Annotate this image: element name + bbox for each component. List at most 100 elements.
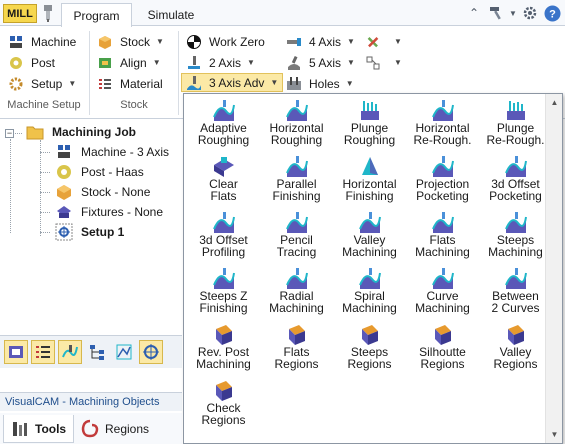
gallery-item-parallel-finishing[interactable]: Parallel Finishing (260, 153, 333, 209)
stock-button[interactable]: Stock ▼ (97, 32, 164, 51)
tools-button[interactable]: ▼ (365, 32, 402, 51)
gallery-item-label: Horizontal Roughing (269, 121, 324, 147)
gallery-item-projection-pocketing[interactable]: Projection Pocketing (406, 153, 479, 209)
gallery-item-label: Plunge Roughing (343, 121, 396, 147)
tree-item-stock[interactable]: Stock - None (55, 182, 150, 202)
gallery-item-steeps-machining[interactable]: Steeps Machining (479, 209, 552, 265)
chevron-down-icon[interactable]: ▼ (509, 3, 517, 23)
toolbar-button-post[interactable] (139, 340, 163, 364)
tree-root-machining-job[interactable]: Machining Job (26, 122, 136, 142)
gallery-item-rev-post-machining[interactable]: Rev. Post Machining (187, 321, 260, 377)
five-axis-button[interactable]: 5 Axis ▼ (286, 53, 355, 72)
panel-tabs: Tools Regions (0, 413, 182, 444)
collapse-toggle[interactable]: − (5, 129, 14, 138)
gallery-item-flats-machining[interactable]: Flats Machining (406, 209, 479, 265)
three-axis-adv-button[interactable]: 3 Axis Adv ▼ (181, 73, 284, 92)
work-zero-button[interactable]: Work Zero (186, 32, 265, 51)
tab-program[interactable]: Program (61, 3, 132, 27)
holes-button[interactable]: Holes ▼ (286, 74, 354, 93)
machine-button[interactable]: Machine (8, 32, 76, 51)
gallery-item-horizontal-re-rough[interactable]: Horizontal Re-Rough. (406, 97, 479, 153)
tree-item-label: Fixtures - None (81, 205, 164, 219)
four-axis-label: 4 Axis (309, 34, 342, 49)
gallery-item-label: Plunge Re-Rough. (486, 121, 545, 147)
machine-label: Machine (31, 34, 77, 49)
mill-badge[interactable]: MILL (3, 4, 37, 23)
machine-icon (58, 145, 70, 158)
material-button[interactable]: Material (97, 74, 163, 93)
four-axis-icon (287, 37, 301, 46)
machine-icon (10, 35, 22, 48)
tab-regions[interactable]: Regions (78, 415, 158, 443)
stock-label: Stock (120, 34, 151, 49)
gallery-item-curve-machining[interactable]: Curve Machining (406, 265, 479, 321)
horizontal-finishing-icon (361, 157, 378, 175)
gallery-item-label: Steeps Z Finishing (199, 289, 248, 315)
tool-holder-icon[interactable] (40, 4, 56, 22)
fixtures-icon (57, 206, 71, 218)
tree-item-post[interactable]: Post - Haas (55, 162, 144, 182)
parallel-finishing-icon (285, 156, 308, 177)
gallery-item-flats-regions[interactable]: Flats Regions (260, 321, 333, 377)
machining-job-tree: − Machining Job Machine - 3 Axis Post - … (0, 120, 182, 332)
hammer-icon[interactable] (487, 3, 505, 23)
panel-title: VisualCAM - Machining Objects (0, 392, 182, 411)
four-axis-button[interactable]: 4 Axis ▼ (286, 32, 355, 51)
group-label-stock: Stock (120, 99, 148, 111)
3d-offset-pocketing-icon (504, 156, 527, 177)
valley-regions-icon (507, 325, 524, 345)
help-icon[interactable]: ? (543, 3, 561, 23)
gallery-item-label: Horizontal Finishing (342, 177, 397, 203)
gallery-scrollbar[interactable]: ▲ ▼ (545, 94, 562, 443)
gallery-item-horizontal-roughing[interactable]: Horizontal Roughing (260, 97, 333, 153)
gallery-item-valley-machining[interactable]: Valley Machining (333, 209, 406, 265)
gear-icon[interactable] (521, 3, 539, 23)
align-button[interactable]: Align ▼ (97, 53, 161, 72)
tree-toolbar (0, 335, 182, 368)
scroll-down-icon[interactable]: ▼ (546, 426, 562, 443)
projection-pocketing-icon (431, 156, 454, 177)
setup-button[interactable]: Setup ▼ (8, 74, 76, 93)
toolbar-button-list[interactable] (31, 340, 55, 364)
gallery-item-check-regions[interactable]: Check Regions (187, 377, 260, 433)
gallery-item-plunge-roughing[interactable]: Plunge Roughing (333, 97, 406, 153)
gallery-item-between-2-curves[interactable]: Between 2 Curves (479, 265, 552, 321)
gallery-item-label: Check Regions (201, 401, 246, 427)
gallery-item-pencil-tracing[interactable]: Pencil Tracing (260, 209, 333, 265)
tree-item-fixtures[interactable]: Fixtures - None (55, 202, 163, 222)
tab-tools[interactable]: Tools (3, 415, 74, 443)
work-zero-label: Work Zero (209, 34, 265, 49)
post-button[interactable]: Post (8, 53, 55, 72)
gallery-item-horizontal-finishing[interactable]: Horizontal Finishing (333, 153, 406, 209)
gallery-item-radial-machining[interactable]: Radial Machining (260, 265, 333, 321)
steeps-machining-icon (504, 212, 527, 233)
scroll-up-icon[interactable]: ▲ (546, 94, 562, 111)
gallery-item-valley-regions[interactable]: Valley Regions (479, 321, 552, 377)
tree-item-label: Post - Haas (81, 165, 144, 179)
toolbar-button-machine-setup[interactable] (4, 340, 28, 364)
gallery-item-adaptive-roughing[interactable]: Adaptive Roughing (187, 97, 260, 153)
gallery-item-steeps-regions[interactable]: Steeps Regions (333, 321, 406, 377)
gallery-item-label: Projection Pocketing (415, 177, 470, 203)
tab-regions-label: Regions (105, 422, 150, 436)
gallery-item-3d-offset-profiling[interactable]: 3d Offset Profiling (187, 209, 260, 265)
wrench-icon (367, 36, 379, 47)
gallery-item-clear-flats[interactable]: Clear Flats (187, 153, 260, 209)
gallery-item-silhoutte-regions[interactable]: Silhoutte Regions (406, 321, 479, 377)
chevron-down-icon: ▼ (156, 37, 164, 46)
gallery-item-steeps-z-finishing[interactable]: Steeps Z Finishing (187, 265, 260, 321)
holes-icon (287, 76, 301, 90)
gallery-item-3d-offset-pocketing[interactable]: 3d Offset Pocketing (479, 153, 552, 209)
toolbar-button-toolpath[interactable] (58, 340, 82, 364)
features-button[interactable]: ▼ (365, 53, 402, 72)
toolbar-button-simulate[interactable] (112, 340, 136, 364)
tab-simulate[interactable]: Simulate (135, 3, 207, 27)
two-axis-button[interactable]: 2 Axis ▼ (186, 53, 255, 72)
chevron-up-icon[interactable]: ⌃ (465, 3, 483, 23)
toolbar-button-tree[interactable] (85, 340, 109, 364)
gallery-item-spiral-machining[interactable]: Spiral Machining (333, 265, 406, 321)
post-icon (57, 165, 71, 179)
tree-item-machine[interactable]: Machine - 3 Axis (55, 142, 169, 162)
tree-item-setup[interactable]: Setup 1 (55, 222, 124, 242)
gallery-item-plunge-re-rough[interactable]: Plunge Re-Rough. (479, 97, 552, 153)
